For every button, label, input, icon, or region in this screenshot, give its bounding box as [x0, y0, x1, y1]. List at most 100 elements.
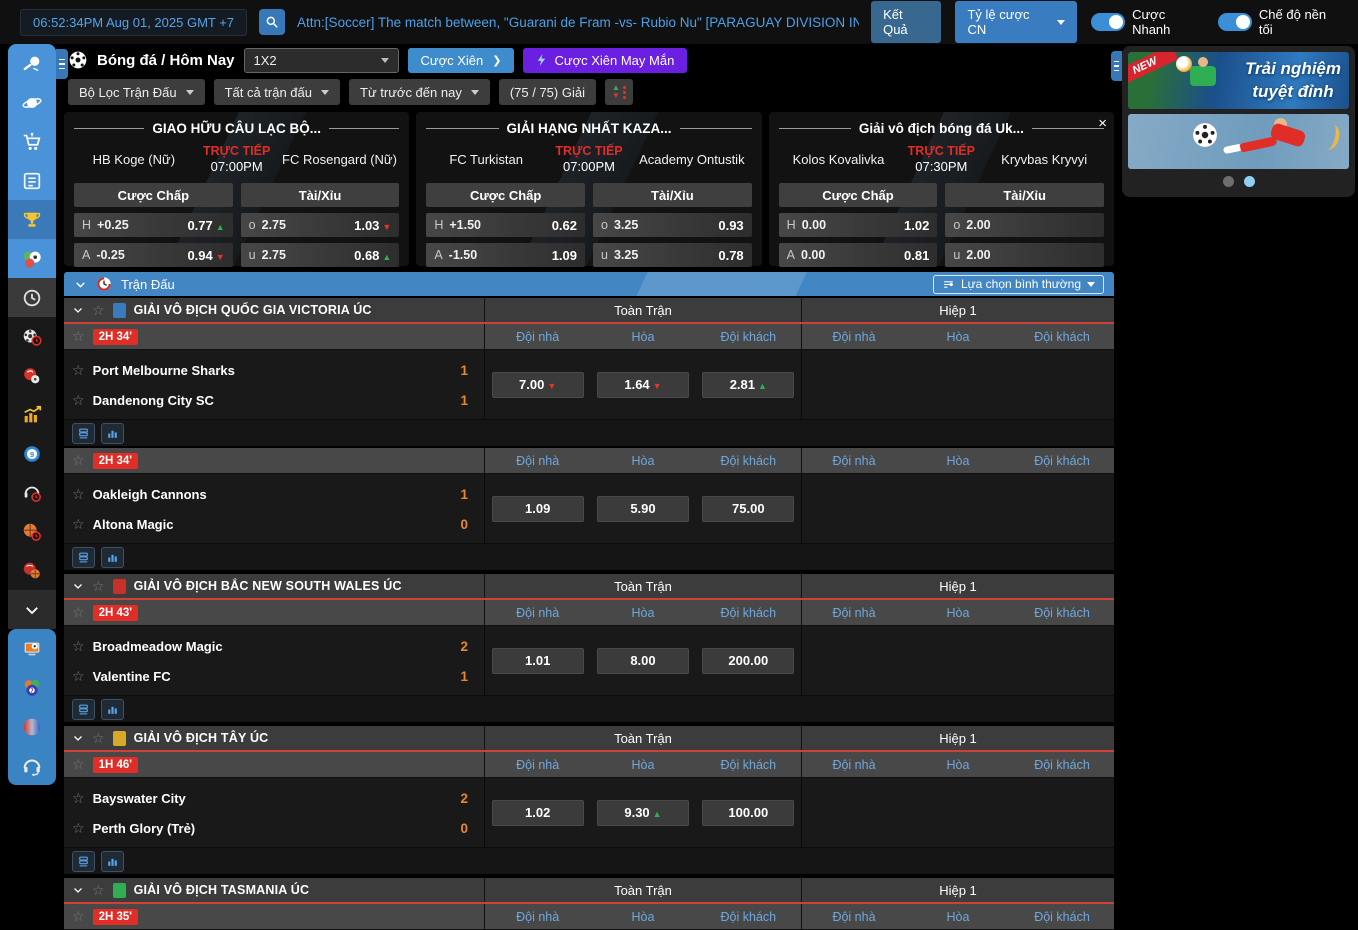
sidebar-item-esports-live[interactable] [8, 473, 56, 512]
featured-card[interactable]: GIAO HỮU CÂU LẠC BỘ... HB Koge (Nữ) TRỰC… [64, 112, 409, 266]
league-header[interactable]: ☆ GIẢI VÔ ĐỊCH QUỐC GIA VICTORIA ÚC Toàn… [64, 296, 1114, 324]
bet-builder-button[interactable] [72, 699, 95, 720]
featured-card[interactable]: GIẢI HẠNG NHẤT KAZA... FC Turkistan TRỰC… [416, 112, 761, 266]
sidebar-item-support[interactable] [8, 746, 56, 785]
quick-bet-toggle[interactable]: Cược Nhanh [1091, 7, 1204, 37]
sort-toggle-button[interactable]: ▲▼ [605, 79, 633, 105]
over-odds-button[interactable]: o2.751.03 [241, 213, 400, 237]
odds-button-home[interactable]: 1.02 [492, 800, 584, 826]
chevron-down-icon[interactable] [72, 580, 84, 592]
sidebar-item-esports[interactable] [8, 44, 56, 83]
sidebar-item-bet-cart[interactable] [8, 122, 56, 161]
sidebar-item-mixed-sports[interactable] [8, 551, 56, 590]
sidebar-item-lottery[interactable]: 9 [8, 434, 56, 473]
chevron-down-icon[interactable] [74, 278, 87, 291]
bet-type-select[interactable]: 1X2 [244, 48, 399, 73]
favorite-star-icon[interactable]: ☆ [72, 820, 85, 837]
featured-card[interactable]: × Giải vô địch bóng đá Uk... Kolos Koval… [769, 112, 1114, 266]
sidebar-item-virtual-soccer[interactable] [8, 629, 56, 668]
under-odds-button[interactable]: u2.00 [945, 243, 1104, 267]
sidebar-item-basketball-live[interactable] [8, 512, 56, 551]
selection-mode-dropdown[interactable]: Lựa chọn bình thường [933, 275, 1104, 294]
favorite-star-icon[interactable]: ☆ [72, 362, 85, 379]
favorite-star-icon[interactable]: ☆ [72, 790, 85, 807]
odds-button-home[interactable]: 1.01 [492, 648, 584, 674]
league-count-chip[interactable]: (75 / 75) Giải [499, 79, 596, 105]
handicap-odds-button[interactable]: A-1.501.09 [426, 243, 585, 267]
parlay-button[interactable]: Cược Xiên ❯ [408, 48, 515, 73]
chevron-down-icon[interactable] [72, 884, 84, 896]
dark-mode-toggle[interactable]: Chế độ nền tối [1218, 7, 1340, 37]
sidebar-item-schedule[interactable] [8, 278, 56, 317]
favorite-star-icon[interactable]: ☆ [72, 638, 85, 655]
odds-button-home[interactable]: 1.09 [492, 496, 584, 522]
handicap-odds-button[interactable]: H+0.250.77 [74, 213, 233, 237]
under-odds-button[interactable]: u3.250.78 [593, 243, 752, 267]
bet-builder-button[interactable] [72, 423, 95, 444]
favorite-star-icon[interactable]: ☆ [72, 908, 85, 925]
over-odds-button[interactable]: o2.00 [945, 213, 1104, 237]
sidebar-item-trophy[interactable] [8, 200, 56, 239]
time-range-dropdown[interactable]: Từ trước đến nay [349, 79, 490, 105]
chevron-down-icon[interactable] [72, 304, 84, 316]
favorite-star-icon[interactable]: ☆ [72, 668, 85, 685]
sidebar-item-sphere-game[interactable] [8, 707, 56, 746]
odds-button-away[interactable]: 2.81 [702, 372, 794, 398]
promo-panel-collapse-toggle[interactable] [1111, 51, 1122, 81]
sidebar-item-soccer-live[interactable] [8, 317, 56, 356]
statistics-button[interactable] [101, 699, 124, 720]
odds-button-away[interactable]: 100.00 [702, 800, 794, 826]
favorite-star-icon[interactable]: ☆ [92, 578, 105, 595]
odds-button-away[interactable]: 75.00 [702, 496, 794, 522]
results-button[interactable]: Kết Quả [871, 1, 941, 43]
close-icon[interactable]: × [1098, 116, 1107, 131]
league-header[interactable]: ☆ GIẢI VÔ ĐỊCH TASMANIA ÚC Toàn Trận Hiệ… [64, 876, 1114, 904]
odds-button-draw[interactable]: 9.30 [597, 800, 689, 826]
search-button[interactable] [259, 9, 285, 35]
statistics-button[interactable] [101, 423, 124, 444]
sidebar-item-pool[interactable]: 7 [8, 668, 56, 707]
favorite-star-icon[interactable]: ☆ [72, 486, 85, 503]
sidebar-item-finance[interactable] [8, 395, 56, 434]
sidebar-item-casino[interactable] [8, 356, 56, 395]
chevron-down-icon[interactable] [72, 732, 84, 744]
favorite-star-icon[interactable]: ☆ [72, 516, 85, 533]
sidebar-item-bet-list[interactable] [8, 161, 56, 200]
odds-button-away[interactable]: 200.00 [702, 648, 794, 674]
handicap-odds-button[interactable]: H0.001.02 [779, 213, 938, 237]
under-odds-button[interactable]: u2.750.68 [241, 243, 400, 267]
odds-type-dropdown[interactable]: Tỷ lệ cược CN [955, 1, 1077, 43]
bet-builder-button[interactable] [72, 547, 95, 568]
favorite-star-icon[interactable]: ☆ [92, 730, 105, 747]
favorite-star-icon[interactable]: ☆ [72, 604, 85, 621]
over-odds-button[interactable]: o3.250.93 [593, 213, 752, 237]
promo-banner-soccer[interactable] [1128, 114, 1349, 169]
odds-button-draw[interactable]: 5.90 [597, 496, 689, 522]
handicap-odds-button[interactable]: H+1.500.62 [426, 213, 585, 237]
league-header[interactable]: ☆ GIẢI VÔ ĐỊCH BẮC NEW SOUTH WALES ÚC To… [64, 572, 1114, 600]
favorite-star-icon[interactable]: ☆ [72, 328, 85, 345]
favorite-star-icon[interactable]: ☆ [72, 756, 85, 773]
sidebar-item-soccer[interactable] [8, 239, 56, 278]
favorite-star-icon[interactable]: ☆ [92, 882, 105, 899]
all-matches-dropdown[interactable]: Tất cả trận đấu [214, 79, 340, 105]
favorite-star-icon[interactable]: ☆ [72, 392, 85, 409]
promo-banner-experience[interactable]: NEW Trải nghiệmtuyệt đỉnh [1128, 52, 1349, 109]
sidebar-expand-button[interactable] [8, 590, 56, 629]
bet-builder-button[interactable] [72, 851, 95, 872]
odds-button-draw[interactable]: 1.64 [597, 372, 689, 398]
handicap-odds-button[interactable]: A0.000.81 [779, 243, 938, 267]
favorite-star-icon[interactable]: ☆ [72, 452, 85, 469]
handicap-odds-button[interactable]: A-0.250.94 [74, 243, 233, 267]
carousel-dot-active[interactable] [1244, 176, 1255, 187]
statistics-button[interactable] [101, 547, 124, 568]
league-header[interactable]: ☆ GIẢI VÔ ĐỊCH TÂY ÚC Toàn Trận Hiệp 1 [64, 724, 1114, 752]
odds-button-draw[interactable]: 8.00 [597, 648, 689, 674]
carousel-dot[interactable] [1223, 176, 1234, 187]
favorite-star-icon[interactable]: ☆ [92, 302, 105, 319]
sidebar-collapse-toggle[interactable] [56, 49, 68, 79]
sidebar-item-planet-sports[interactable] [8, 83, 56, 122]
lucky-parlay-button[interactable]: Cược Xiên May Mắn [523, 48, 687, 73]
odds-button-home[interactable]: 7.00 [492, 372, 584, 398]
match-filter-dropdown[interactable]: Bộ Lọc Trận Đấu [68, 79, 205, 105]
